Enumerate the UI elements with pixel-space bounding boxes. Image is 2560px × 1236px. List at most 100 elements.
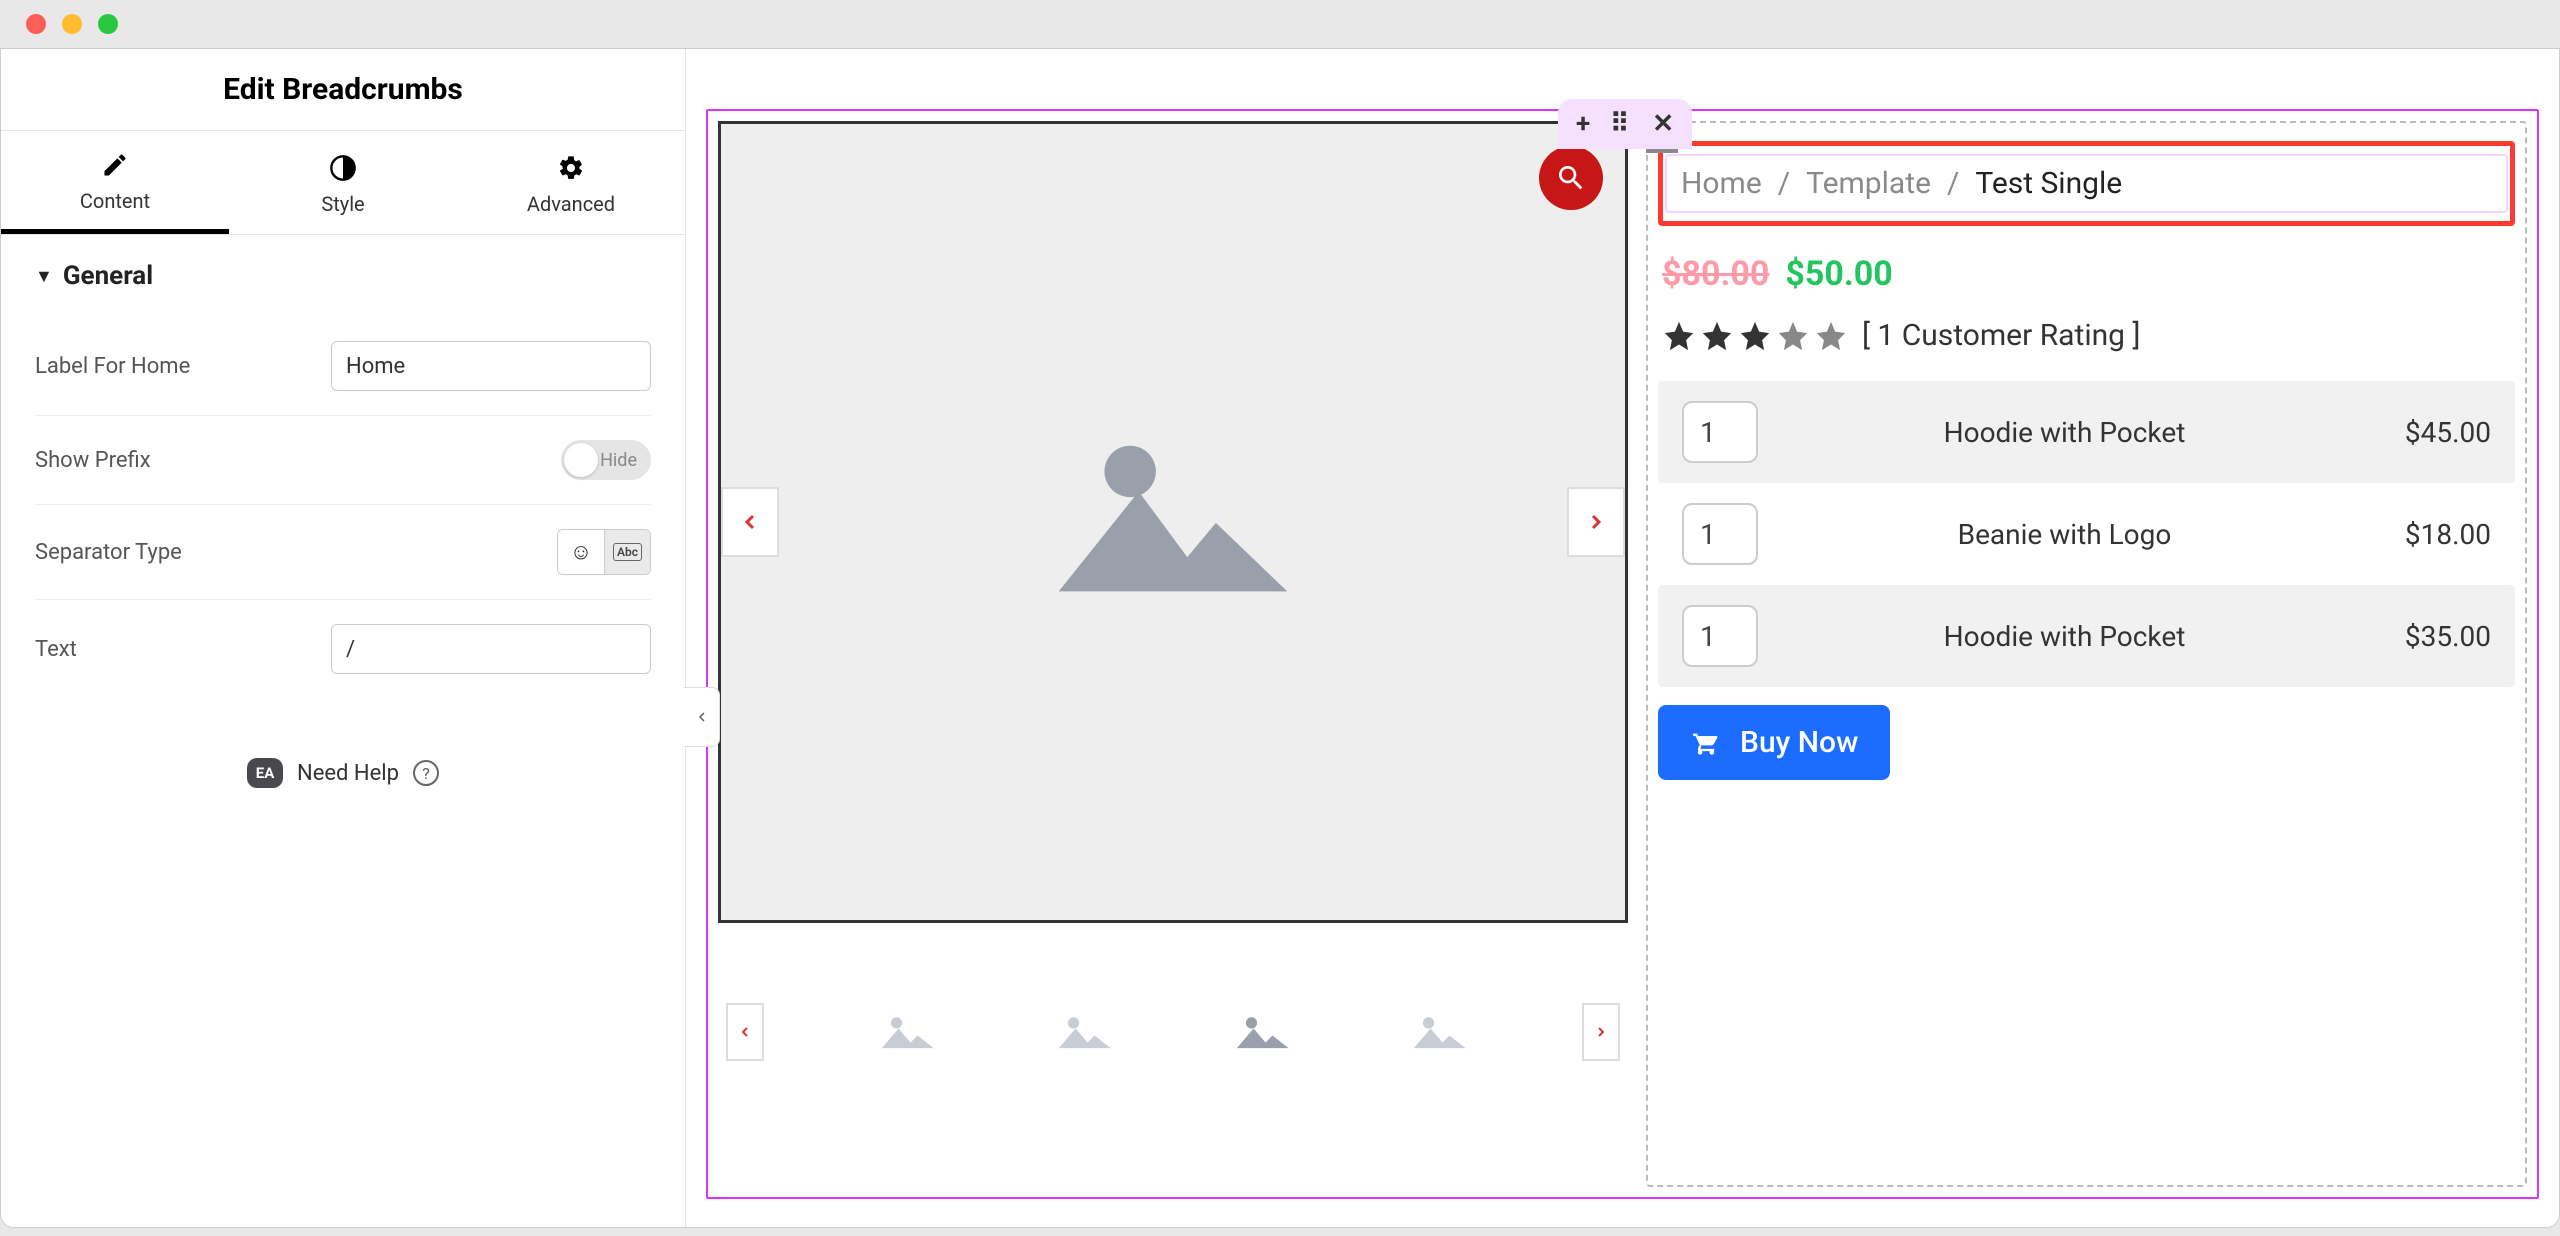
canvas: + ⠿ ✕ [686, 49, 2559, 1227]
section-title: General [63, 261, 153, 291]
price-old: $80.00 [1662, 254, 1769, 294]
separator-text-input[interactable] [331, 624, 651, 674]
search-icon [1555, 162, 1587, 194]
control-label-for-home: Label For Home [35, 317, 651, 416]
separator-text-option[interactable]: Abc [604, 530, 650, 574]
buy-now-label: Buy Now [1740, 725, 1858, 760]
product-price: $80.00 $50.00 [1662, 254, 2515, 294]
emoji-icon: ☺ [570, 539, 592, 565]
control-separator-type: Separator Type ☺ Abc [35, 505, 651, 600]
abc-icon: Abc [613, 543, 642, 561]
help-row[interactable]: EA Need Help ? [1, 758, 685, 788]
minimize-window-icon[interactable] [62, 14, 82, 34]
image-placeholder-icon [1028, 420, 1318, 624]
delete-section-button[interactable]: ✕ [1652, 109, 1674, 139]
section-toggle-general[interactable]: ▼ General [1, 235, 685, 317]
tab-style-label: Style [321, 192, 364, 216]
separator-icon-option[interactable]: ☺ [558, 530, 604, 574]
bundle-row: Hoodie with Pocket $35.00 [1658, 585, 2515, 687]
breadcrumb-home[interactable]: Home [1681, 166, 1762, 201]
bundle-name: Hoodie with Pocket [1758, 416, 2371, 449]
bundle-row: Hoodie with Pocket $45.00 [1658, 381, 2515, 483]
star-icon [1814, 319, 1848, 353]
label-for-home-input[interactable] [331, 341, 651, 391]
price-new: $50.00 [1785, 254, 1892, 294]
breadcrumb-separator: / [1947, 166, 1959, 201]
gallery-prev-button[interactable] [721, 487, 779, 557]
window-titlebar [0, 0, 2560, 48]
buy-now-button[interactable]: Buy Now [1658, 705, 1890, 780]
controls: Label For Home Show Prefix Hide Separato… [1, 317, 685, 698]
thumbnail[interactable] [872, 1005, 942, 1059]
thumbnail[interactable] [1049, 1005, 1119, 1059]
page-section[interactable]: Home / Template / Test Single $80.00 $50… [706, 109, 2539, 1199]
rating-stars [1662, 319, 1848, 353]
bundle-name: Hoodie with Pocket [1758, 620, 2371, 653]
tab-advanced[interactable]: Advanced [457, 131, 685, 234]
quantity-input[interactable] [1682, 503, 1758, 565]
contrast-icon [329, 154, 357, 182]
editor-sidebar: Edit Breadcrumbs Content Style Advanced … [1, 49, 686, 1227]
left-column [718, 121, 1628, 1187]
app-frame: Edit Breadcrumbs Content Style Advanced … [0, 48, 2560, 1228]
collapse-sidebar-button[interactable] [684, 687, 720, 747]
product-gallery [718, 121, 1628, 923]
drag-section-handle[interactable]: ⠿ [1610, 109, 1632, 139]
bundle-row: Beanie with Logo $18.00 [1658, 483, 2515, 585]
bundle-list: Hoodie with Pocket $45.00 Beanie with Lo… [1658, 381, 2515, 687]
breadcrumb-current: Test Single [1975, 166, 2122, 201]
tabs: Content Style Advanced [1, 131, 685, 235]
product-rating: [ 1 Customer Rating ] [1662, 318, 2515, 353]
chevron-right-icon [1593, 1024, 1609, 1040]
control-show-prefix: Show Prefix Hide [35, 416, 651, 505]
maximize-window-icon[interactable] [98, 14, 118, 34]
toggle-knob [564, 443, 598, 477]
tab-content[interactable]: Content [1, 131, 229, 234]
star-icon [1738, 319, 1772, 353]
breadcrumb[interactable]: Home / Template / Test Single [1665, 154, 2508, 213]
show-prefix-toggle[interactable]: Hide [561, 440, 651, 480]
separator-type-segmented: ☺ Abc [557, 529, 651, 575]
gear-icon [557, 154, 585, 182]
chevron-right-icon [1584, 510, 1608, 534]
panel-title: Edit Breadcrumbs [1, 49, 685, 131]
show-prefix-label: Show Prefix [35, 448, 151, 473]
quantity-input[interactable] [1682, 605, 1758, 667]
question-icon: ? [413, 760, 439, 786]
gallery-next-button[interactable] [1567, 487, 1625, 557]
bundle-name: Beanie with Logo [1758, 518, 2371, 551]
rating-text: [ 1 Customer Rating ] [1862, 318, 2140, 353]
right-column: Home / Template / Test Single $80.00 $50… [1646, 121, 2527, 1187]
control-text: Text [35, 600, 651, 698]
cart-icon [1690, 729, 1722, 757]
add-section-button[interactable]: + [1576, 109, 1590, 139]
chevron-left-icon [737, 1024, 753, 1040]
label-for-home-label: Label For Home [35, 354, 190, 379]
thumbnail[interactable] [1404, 1005, 1474, 1059]
tab-content-label: Content [80, 189, 150, 213]
thumbnail-strip [718, 1003, 1628, 1061]
lightbox-button[interactable] [1539, 146, 1603, 210]
need-help-label: Need Help [297, 761, 399, 786]
chevron-left-icon [738, 510, 762, 534]
toggle-state: Hide [600, 450, 637, 471]
breadcrumb-widget-highlight: Home / Template / Test Single [1658, 141, 2515, 226]
thumbnail[interactable] [1227, 1005, 1297, 1059]
text-label: Text [35, 637, 77, 662]
quantity-input[interactable] [1682, 401, 1758, 463]
tab-style[interactable]: Style [229, 131, 457, 234]
pencil-icon [101, 151, 129, 179]
ea-logo-icon: EA [247, 758, 283, 788]
caret-down-icon: ▼ [35, 266, 53, 287]
chevron-left-icon [694, 709, 710, 725]
breadcrumb-template[interactable]: Template [1806, 166, 1931, 201]
star-icon [1776, 319, 1810, 353]
thumbs-prev-button[interactable] [726, 1003, 764, 1061]
section-toolbar: + ⠿ ✕ [1558, 99, 1692, 149]
close-window-icon[interactable] [26, 14, 46, 34]
bundle-price: $35.00 [2371, 620, 2491, 653]
separator-type-label: Separator Type [35, 540, 182, 565]
star-icon [1662, 319, 1696, 353]
thumbs-next-button[interactable] [1582, 1003, 1620, 1061]
breadcrumb-separator: / [1778, 166, 1790, 201]
